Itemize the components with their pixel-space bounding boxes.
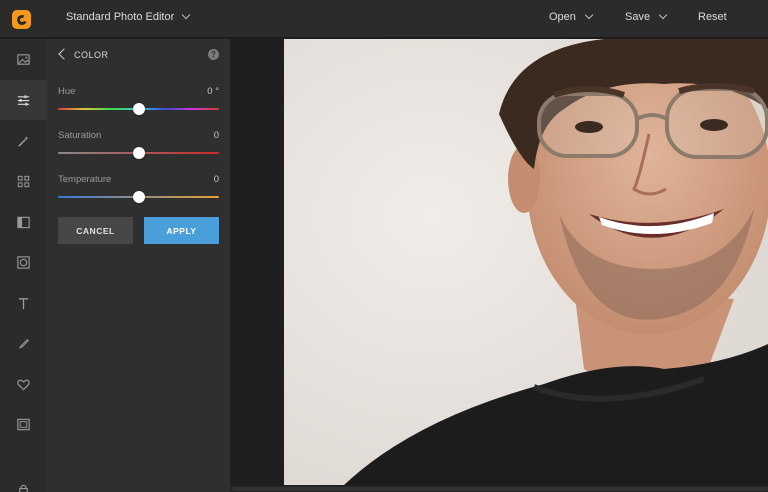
reset-button[interactable]: Reset	[698, 11, 727, 23]
tool-overlay[interactable]	[0, 202, 47, 242]
top-bar: Standard Photo Editor Open Save Reset	[0, 0, 768, 38]
open-label: Open	[549, 11, 576, 23]
tool-draw[interactable]	[0, 323, 47, 363]
hue-value: 0 °	[207, 86, 219, 97]
app-logo-icon[interactable]	[12, 10, 31, 29]
tool-stickers[interactable]	[0, 364, 47, 404]
tool-image[interactable]	[0, 39, 47, 79]
color-panel: COLOR ? Hue 0 ° Saturation 0 Temperature…	[47, 39, 230, 492]
saturation-value: 0	[213, 130, 219, 141]
temperature-value: 0	[213, 174, 219, 185]
canvas-area	[230, 39, 768, 492]
tool-lock[interactable]	[0, 469, 47, 492]
apply-button[interactable]: APPLY	[144, 217, 219, 244]
open-menu-button[interactable]: Open	[549, 10, 594, 23]
panel-header: COLOR ?	[47, 39, 230, 71]
saturation-slider-handle[interactable]	[132, 147, 145, 159]
chevron-down-icon	[182, 10, 191, 20]
frame-split-icon	[17, 216, 30, 228]
help-icon[interactable]: ?	[208, 49, 219, 60]
sliders-icon	[17, 94, 30, 106]
grid-icon	[17, 175, 30, 187]
horizontal-scrollbar[interactable]	[230, 486, 768, 492]
tool-adjust[interactable]	[0, 80, 47, 120]
left-toolbar	[0, 39, 47, 492]
photo-canvas[interactable]	[284, 39, 768, 485]
lock-icon	[19, 484, 28, 492]
scrollbar-thumb[interactable]	[232, 487, 768, 491]
portrait-photo	[284, 39, 768, 485]
magic-wand-icon	[18, 135, 29, 147]
tool-layouts[interactable]	[0, 161, 47, 201]
hue-slider-handle[interactable]	[132, 103, 145, 115]
tool-effects[interactable]	[0, 121, 47, 161]
temperature-slider-handle[interactable]	[132, 191, 145, 203]
saturation-label: Saturation	[58, 130, 102, 141]
reset-label: Reset	[698, 11, 727, 23]
panel-title: COLOR	[74, 50, 109, 60]
save-menu-button[interactable]: Save	[625, 10, 668, 23]
vignette-icon	[17, 255, 30, 269]
border-icon	[17, 418, 30, 430]
temperature-label: Temperature	[58, 174, 112, 185]
cancel-button[interactable]: CANCEL	[58, 217, 133, 244]
photo-editor-app: Standard Photo Editor Open Save Reset CO…	[0, 0, 768, 492]
save-label: Save	[625, 11, 651, 23]
back-arrow-icon[interactable]	[58, 48, 70, 60]
text-icon	[18, 297, 29, 309]
hue-label: Hue	[58, 86, 76, 97]
chevron-down-icon	[658, 10, 668, 20]
app-title: Standard Photo Editor	[66, 11, 175, 23]
heart-icon	[17, 379, 30, 390]
editor-mode-dropdown[interactable]: Standard Photo Editor	[66, 10, 191, 23]
tool-text[interactable]	[0, 283, 47, 323]
tool-vignette[interactable]	[0, 242, 47, 282]
image-icon	[17, 53, 30, 65]
chevron-down-icon	[584, 10, 594, 20]
brush-icon	[18, 338, 29, 349]
tool-frames[interactable]	[0, 404, 47, 444]
